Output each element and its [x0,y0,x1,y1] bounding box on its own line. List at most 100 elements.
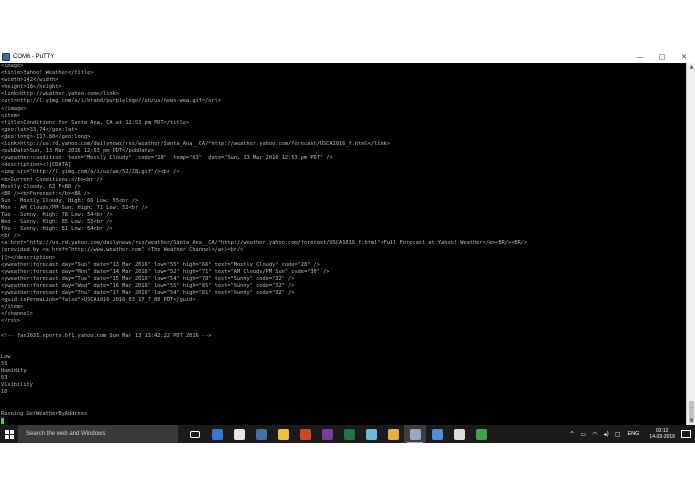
minimize-button[interactable]: — [629,51,651,63]
file-explorer-icon-glyph [277,428,289,440]
terminal-line: ]]></description> [1,254,56,261]
onenote-icon[interactable] [316,425,338,443]
terminal-line: Mon - AM Clouds/PM Sun. High: 71 Low: 52… [1,204,148,211]
terminal-line: <height>18</height> [1,84,62,91]
terminal-line: <link>http://us.rd.yahoo.com/dailynews/r… [1,141,391,148]
excel-icon[interactable] [338,425,360,443]
wifi-icon[interactable]: ◠ [592,431,597,438]
window-titlebar[interactable]: COM6 - PuTTY — □ ✕ [0,51,695,63]
terminal-line: <yweather:forecast day="Wed" date="16 Ma… [1,282,295,289]
terminal-line: </item> [1,304,24,311]
scroll-up-icon[interactable]: ▲ [687,63,695,71]
windows-logo-icon [4,429,14,439]
action-center-icon[interactable] [681,430,691,438]
terminal-line: <img src="http://l.yimg.com/a/i/us/we/52… [1,169,180,176]
terminal-line: <title>Yahoo! Weather</title> [1,70,94,77]
terminal-line: <!-- fan1631.sports.bf1.yahoo.com Sun Ma… [1,332,212,339]
putty-app-icon [2,53,10,61]
cmd-icon-glyph [453,428,465,440]
terminal-line: 10 [1,389,8,396]
arduino-icon[interactable] [470,425,492,443]
photos-icon[interactable] [426,425,448,443]
terminal-line: </channel> [1,311,33,318]
terminal-line: <width>142</width> [1,77,59,84]
edge-icon[interactable] [206,425,228,443]
terminal-line: Visibility [1,382,33,389]
terminal-line: Thu - Sunny. High: 81 Low: 54<br /> [1,226,113,233]
terminal-line: <br /> [1,233,21,240]
window-title: COM6 - PuTTY [13,54,55,60]
message-icon[interactable]: ▢ [615,431,621,438]
store-icon[interactable] [228,425,250,443]
tray-chevron-icon[interactable]: ^ [570,431,575,438]
terminal-line: <guid isPermaLink="false">USCA1016_2016_… [1,297,196,304]
terminal-line: </rss> [1,318,21,325]
terminal-output[interactable]: <image> <title>Yahoo! Weather</title> <wid… [0,63,686,425]
terminal-line: <yweather:forecast day="Mon" date="14 Ma… [1,268,330,275]
excel-icon-glyph [343,428,355,440]
terminal-line: </image> [1,105,27,112]
terminal-line: 55 [1,360,8,367]
terminal-scrollbar[interactable]: ▲ ▼ [686,63,695,425]
scroll-down-icon[interactable]: ▼ [687,417,695,425]
firefox-icon[interactable] [250,425,272,443]
app-icon-glyph [365,428,377,440]
terminal-line: Sun - Mostly Cloudy. High: 66 Low: 55<br… [1,197,139,204]
terminal-line: <title>Conditions for Santa Ana, CA at 1… [1,119,190,126]
file-explorer-icon[interactable] [272,425,294,443]
terminal-line: <geo:lat>33.74</geo:lat> [1,126,78,133]
terminal-line: <url>http://l.yimg.com/a/i/brand/purplel… [1,98,222,105]
terminal-line: Tue - Sunny. High: 78 Low: 54<br /> [1,211,113,218]
taskbar: Search the web and Windows ^ ▭ ◠ ◂) ▢ EN… [0,425,695,443]
task-view-icon-glyph [190,430,200,438]
start-button[interactable] [0,425,18,443]
terminal-cursor [1,417,4,424]
putty-icon-glyph [409,428,421,440]
chrome-icon[interactable] [382,425,404,443]
terminal-line: Wed - Sunny. High: 85 Low: 55<br /> [1,219,113,226]
terminal-cursor-line [1,417,685,425]
terminal-line: <link>http://weather.yahoo.com</link> [1,91,119,98]
terminal-line: <yweather:condition text="Mostly Cloudy"… [1,155,333,162]
powerpoint-icon-glyph [299,428,311,440]
terminal-line: <pubDate>Sun, 13 Mar 2016 12:53 pm PDT</… [1,148,155,155]
terminal-line: Mostly Cloudy, 63 F<BR /> [1,183,81,190]
search-placeholder: Search the web and Windows [26,431,106,437]
terminal-line: <a href="http://us.rd.yahoo.com/dailynew… [1,240,528,247]
firefox-icon-glyph [255,428,267,440]
terminal-line: Running GetWeatherByAddress [1,410,88,417]
terminal-line: <yweather:forecast day="Thu" date="17 Ma… [1,290,295,296]
putty-icon[interactable] [404,425,426,443]
maximize-button[interactable]: □ [651,51,673,63]
terminal-line: Low [1,353,11,360]
terminal-line: <image> [1,63,24,69]
window-controls: — □ ✕ [629,51,695,63]
task-view-icon[interactable] [184,425,206,443]
edge-icon-glyph [211,428,223,440]
app-icon[interactable] [360,425,382,443]
terminal-line: <BR /><b>Forecast:</b><BR /> [1,190,91,197]
volume-icon[interactable]: ◂) [603,431,608,438]
cmd-icon[interactable] [448,425,470,443]
terminal-line: <item> [1,112,21,119]
terminal-line: <yweather:forecast day="Tue" date="15 Ma… [1,275,295,282]
terminal-line: Humidity [1,368,27,375]
battery-icon[interactable]: ▭ [581,431,587,438]
chrome-icon-glyph [387,428,399,440]
terminal-line: <geo:long>-117.88</geo:long> [1,133,91,140]
close-button[interactable]: ✕ [673,51,695,63]
taskbar-app-list [184,425,492,443]
powerpoint-icon[interactable] [294,425,316,443]
terminal-line: <yweather:forecast day="Sun" date="13 Ma… [1,261,320,268]
clock[interactable]: 02:12 14-03-2016 [649,428,675,440]
language-indicator[interactable]: ENG [628,431,640,437]
arduino-icon-glyph [475,428,487,440]
taskbar-search-box[interactable]: Search the web and Windows [18,425,178,443]
onenote-icon-glyph [321,428,333,440]
store-icon-glyph [233,428,245,440]
system-tray: ^ ▭ ◠ ◂) ▢ ENG 02:12 14-03-2016 [567,425,695,443]
